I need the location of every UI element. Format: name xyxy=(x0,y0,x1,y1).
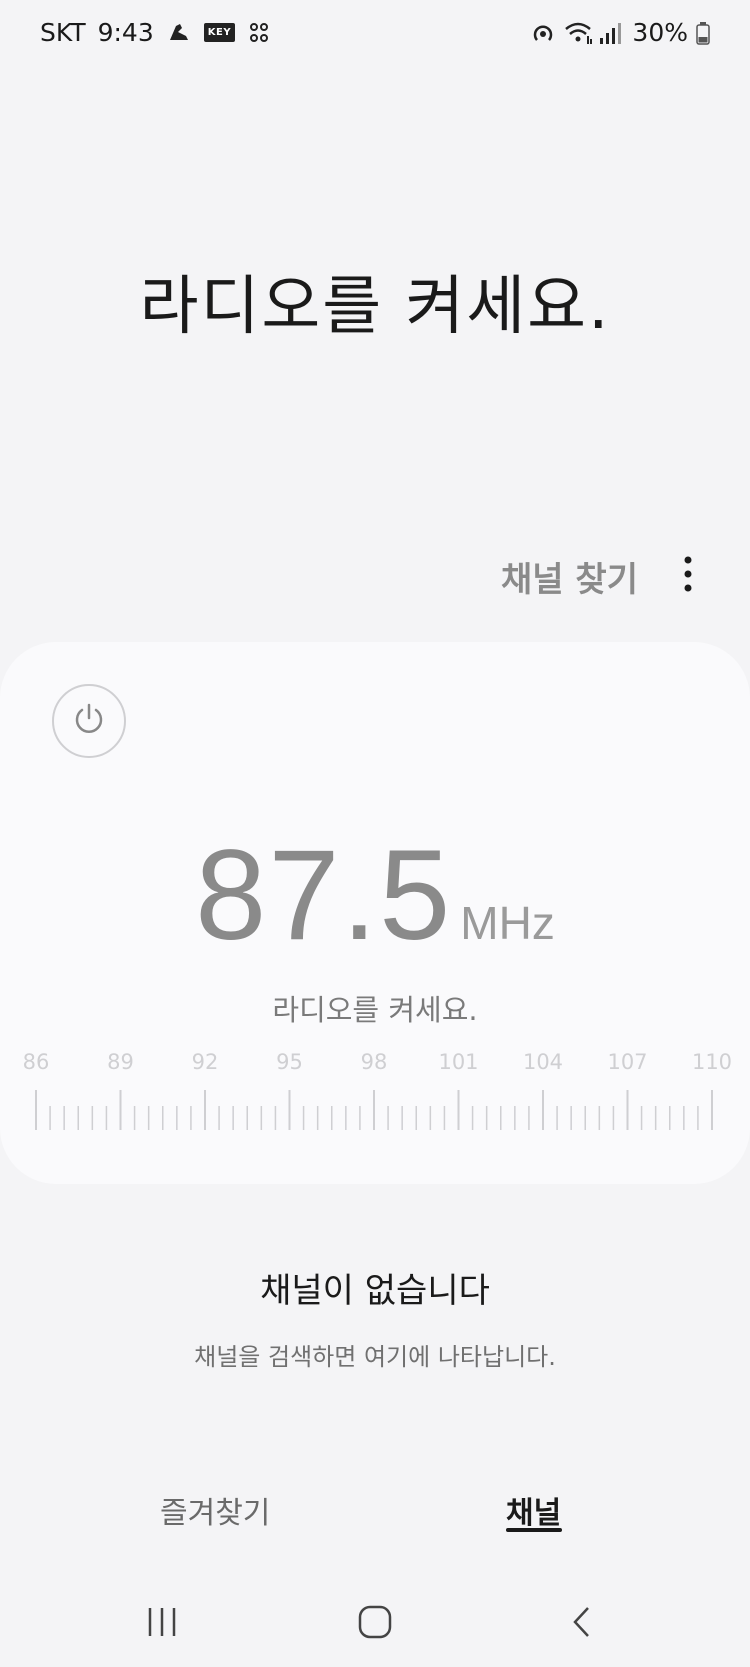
fm-radio-screen: SKT 9:43 KEY 30% 라디오를 켜세요. 채널 찾기 87.5 MH… xyxy=(0,0,750,1667)
tuner-card: 87.5 MHz 라디오를 켜세요. 86 89 92 95 98 101 104 107 110 xyxy=(0,642,750,1184)
power-button[interactable] xyxy=(52,684,126,758)
frequency-dial[interactable]: 86 89 92 95 98 101 104 107 110 xyxy=(0,1042,750,1182)
tab-favorites[interactable]: 즐겨찾기 xyxy=(160,1488,270,1532)
dial-label: 89 xyxy=(107,1050,134,1074)
grid-icon xyxy=(247,20,273,46)
status-bar: SKT 9:43 KEY 30% xyxy=(0,0,750,70)
find-channels-button[interactable]: 채널 찾기 xyxy=(501,552,638,601)
empty-state-description: 채널을 검색하면 여기에 나타납니다. xyxy=(194,1343,556,1371)
dial-label: 110 xyxy=(691,1050,733,1074)
shoe-icon xyxy=(166,20,192,46)
carrier-label: SKT xyxy=(40,18,86,47)
empty-state-title: 채널이 없습니다 xyxy=(260,1271,490,1311)
dial-label: 95 xyxy=(276,1050,303,1074)
more-vertical-icon[interactable] xyxy=(678,552,698,596)
page-title: 라디오를 켜세요. xyxy=(139,270,611,344)
dial-label: 86 xyxy=(22,1050,50,1074)
battery-percent: 30% xyxy=(632,18,688,47)
dial-labels: 86 89 92 95 98 101 104 107 110 xyxy=(0,1050,750,1080)
frequency-display: 87.5 MHz xyxy=(0,822,750,969)
status-right: 30% xyxy=(530,18,710,47)
battery-icon xyxy=(696,20,710,46)
status-left: SKT 9:43 KEY xyxy=(40,18,273,47)
hotspot-icon xyxy=(530,20,556,46)
power-icon xyxy=(71,701,107,741)
dial-label: 101 xyxy=(438,1050,479,1074)
active-tab-indicator xyxy=(506,1528,562,1532)
back-icon[interactable] xyxy=(558,1598,606,1646)
dial-label: 92 xyxy=(191,1050,219,1074)
dial-label: 104 xyxy=(522,1050,564,1074)
dial-label: 107 xyxy=(607,1050,648,1074)
tuner-status-text: 라디오를 켜세요. xyxy=(272,993,478,1027)
tab-channels[interactable]: 채널 xyxy=(506,1488,561,1532)
dial-ticks xyxy=(35,1090,713,1130)
frequency-unit: MHz xyxy=(460,897,555,949)
frequency-value: 87.5 xyxy=(195,824,453,967)
home-icon[interactable] xyxy=(351,1598,399,1646)
key-icon: KEY xyxy=(203,23,236,42)
wifi-icon xyxy=(564,20,593,46)
signal-icon xyxy=(598,20,624,46)
clock: 9:43 xyxy=(97,18,154,47)
dial-label: 98 xyxy=(360,1050,388,1074)
recents-icon[interactable] xyxy=(138,1598,186,1646)
